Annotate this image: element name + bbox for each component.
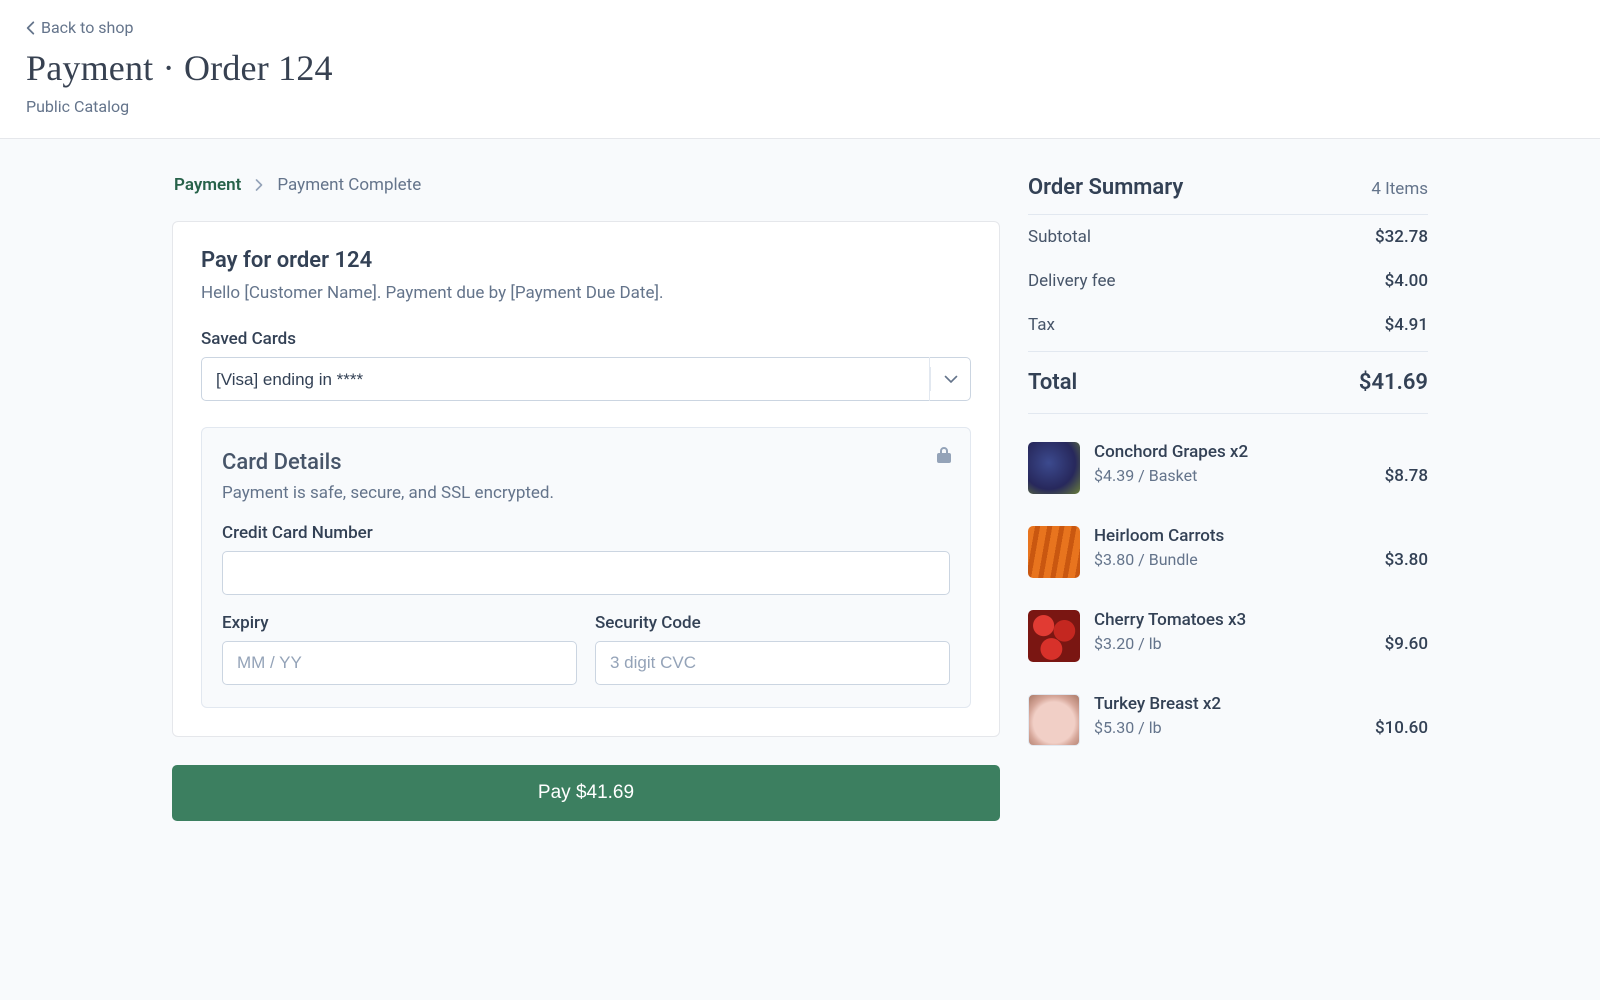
cvc-label: Security Code bbox=[595, 613, 950, 633]
summary-item: Cherry Tomatoes x3 $3.20 / lb $9.60 bbox=[1028, 600, 1428, 684]
payment-greeting: Hello [Customer Name]. Payment due by [P… bbox=[201, 283, 971, 303]
item-thumb bbox=[1028, 610, 1080, 662]
page-subtitle: Public Catalog bbox=[26, 97, 1574, 116]
summary-title: Order Summary bbox=[1028, 175, 1183, 200]
breadcrumb: Payment Payment Complete bbox=[172, 175, 1000, 195]
summary-item: Heirloom Carrots $3.80 / Bundle $3.80 bbox=[1028, 516, 1428, 600]
page-title: Payment · Order 124 bbox=[26, 47, 1574, 89]
line-tax: Tax $4.91 bbox=[1028, 303, 1428, 347]
item-line-total: $8.78 bbox=[1385, 466, 1428, 486]
item-thumb bbox=[1028, 526, 1080, 578]
card-details-box: Card Details Payment is safe, secure, an… bbox=[201, 427, 971, 708]
breadcrumb-step-complete[interactable]: Payment Complete bbox=[277, 175, 421, 195]
lock-icon bbox=[936, 446, 952, 464]
line-total: Total $41.69 bbox=[1028, 351, 1428, 414]
summary-item-count: 4 Items bbox=[1371, 179, 1428, 199]
item-unit-price: $4.39 / Basket bbox=[1094, 466, 1197, 485]
breadcrumb-step-payment[interactable]: Payment bbox=[174, 175, 241, 195]
payment-title: Pay for order 124 bbox=[201, 248, 971, 273]
summary-item: Conchord Grapes x2 $4.39 / Basket $8.78 bbox=[1028, 432, 1428, 516]
line-subtotal: Subtotal $32.78 bbox=[1028, 215, 1428, 259]
item-unit-price: $3.20 / lb bbox=[1094, 634, 1162, 653]
chevron-left-icon bbox=[26, 21, 35, 35]
payment-form-card: Pay for order 124 Hello [Customer Name].… bbox=[172, 221, 1000, 737]
cvc-input[interactable] bbox=[595, 641, 950, 685]
item-unit-price: $5.30 / lb bbox=[1094, 718, 1162, 737]
order-summary: Order Summary 4 Items Subtotal $32.78 De… bbox=[1028, 175, 1428, 821]
item-name: Conchord Grapes x2 bbox=[1094, 442, 1428, 462]
card-details-subtitle: Payment is safe, secure, and SSL encrypt… bbox=[222, 483, 950, 503]
card-details-title: Card Details bbox=[222, 450, 950, 475]
item-thumb bbox=[1028, 442, 1080, 494]
back-label: Back to shop bbox=[41, 18, 133, 37]
cc-number-label: Credit Card Number bbox=[222, 523, 950, 543]
item-name: Turkey Breast x2 bbox=[1094, 694, 1428, 714]
chevron-right-icon bbox=[255, 179, 263, 191]
saved-cards-label: Saved Cards bbox=[201, 329, 971, 349]
item-thumb bbox=[1028, 694, 1080, 746]
expiry-input[interactable] bbox=[222, 641, 577, 685]
item-line-total: $10.60 bbox=[1375, 718, 1428, 738]
line-delivery: Delivery fee $4.00 bbox=[1028, 259, 1428, 303]
cc-number-input[interactable] bbox=[222, 551, 950, 595]
expiry-label: Expiry bbox=[222, 613, 577, 633]
saved-cards-select[interactable]: [Visa] ending in **** bbox=[201, 357, 971, 401]
item-unit-price: $3.80 / Bundle bbox=[1094, 550, 1198, 569]
summary-item: Turkey Breast x2 $5.30 / lb $10.60 bbox=[1028, 684, 1428, 768]
item-line-total: $9.60 bbox=[1385, 634, 1428, 654]
page-body: Payment Payment Complete Pay for order 1… bbox=[0, 139, 1600, 1000]
back-to-shop-link[interactable]: Back to shop bbox=[26, 18, 133, 37]
item-line-total: $3.80 bbox=[1385, 550, 1428, 570]
pay-button[interactable]: Pay $41.69 bbox=[172, 765, 1000, 821]
page-header: Back to shop Payment · Order 124 Public … bbox=[0, 0, 1600, 139]
item-name: Cherry Tomatoes x3 bbox=[1094, 610, 1428, 630]
item-name: Heirloom Carrots bbox=[1094, 526, 1428, 546]
